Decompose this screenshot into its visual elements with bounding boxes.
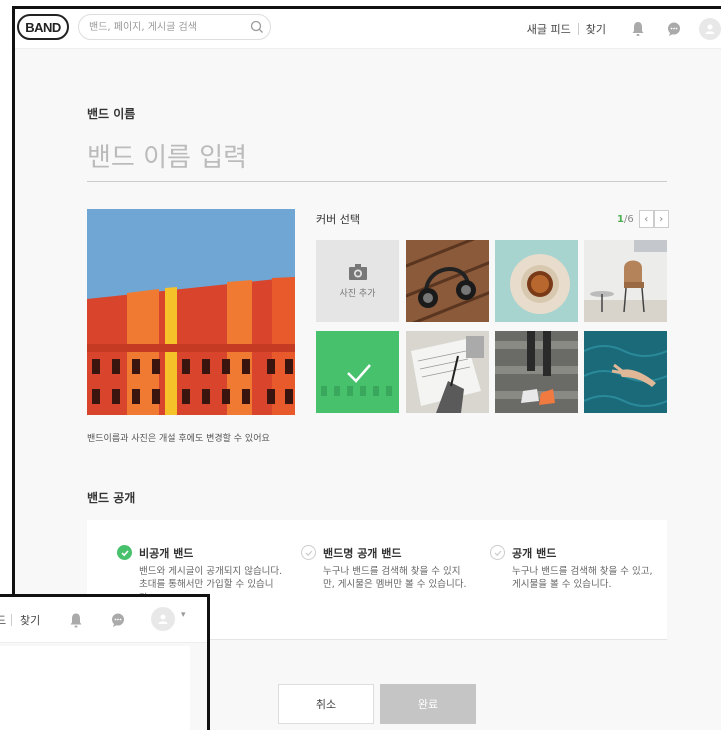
- privacy-section-title: 밴드 공개: [87, 491, 136, 505]
- overlay-find-link[interactable]: 찾기: [20, 612, 40, 628]
- option-title: 비공개 밴드: [139, 547, 194, 560]
- band-name-label: 밴드 이름: [87, 107, 136, 121]
- chat-icon[interactable]: [107, 609, 129, 631]
- cover-thumb-headphones[interactable]: [406, 240, 489, 322]
- search-icon[interactable]: [250, 19, 264, 38]
- overlay-window: 드 찾기 ▾: [0, 594, 210, 730]
- bell-icon[interactable]: [627, 18, 649, 40]
- bell-icon[interactable]: [65, 609, 87, 631]
- chat-icon[interactable]: [663, 18, 685, 40]
- cover-select-label: 커버 선택: [316, 213, 360, 226]
- pager-count: 1/6: [617, 213, 634, 225]
- radio-checked-icon[interactable]: [117, 545, 132, 560]
- option-title: 밴드명 공개 밴드: [323, 547, 402, 560]
- cover-thumb-water-hand[interactable]: [584, 331, 667, 413]
- cover-thumb-selected[interactable]: [316, 331, 399, 413]
- chevron-down-icon[interactable]: ▾: [181, 610, 186, 620]
- prev-page-button[interactable]: ‹: [638, 210, 654, 228]
- cover-thumb-writing[interactable]: [406, 331, 489, 413]
- divider: [11, 614, 12, 626]
- overlay-panel: [0, 646, 190, 730]
- option-description: 누구나 밴드를 검색해 찾을 수 있지만, 게시물은 멤버만 볼 수 있습니다.: [323, 566, 467, 591]
- new-feed-link[interactable]: 새글 피드: [520, 21, 578, 37]
- cover-thumb-chair[interactable]: [584, 240, 667, 322]
- cover-thumb-coffee[interactable]: [495, 240, 578, 322]
- avatar[interactable]: [151, 607, 175, 631]
- overlay-partial-link[interactable]: 드: [0, 612, 6, 628]
- band-logo[interactable]: BAND: [17, 14, 69, 40]
- option-title: 공개 밴드: [512, 547, 557, 560]
- add-photo-label: 사진 추가: [339, 289, 376, 299]
- radio-unchecked-icon[interactable]: [490, 545, 505, 560]
- cover-pager: 1/6 ‹ ›: [617, 210, 669, 228]
- cover-thumb-runner[interactable]: [495, 331, 578, 413]
- cover-preview-image: [87, 209, 295, 415]
- hint-text: 밴드이름과 사진은 개설 후에도 변경할 수 있어요: [87, 434, 270, 444]
- camera-icon: [348, 264, 367, 280]
- avatar[interactable]: [699, 18, 721, 40]
- cancel-button[interactable]: 취소: [278, 684, 374, 724]
- overlay-top-bar: 드 찾기 ▾: [0, 597, 207, 643]
- radio-unchecked-icon[interactable]: [301, 545, 316, 560]
- add-photo-tile[interactable]: 사진 추가: [316, 240, 399, 322]
- find-link[interactable]: 찾기: [579, 21, 613, 37]
- header-actions: 새글 피드 찾기: [520, 9, 721, 49]
- search-box[interactable]: [78, 14, 271, 40]
- done-button[interactable]: 완료: [380, 684, 476, 724]
- search-input[interactable]: [89, 15, 239, 39]
- band-name-input[interactable]: [87, 134, 667, 182]
- option-description: 누구나 밴드를 검색해 찾을 수 있고, 게시물을 볼 수 있습니다.: [512, 566, 653, 591]
- next-page-button[interactable]: ›: [653, 210, 669, 228]
- top-bar: BAND 새글 피드 찾기: [15, 9, 721, 49]
